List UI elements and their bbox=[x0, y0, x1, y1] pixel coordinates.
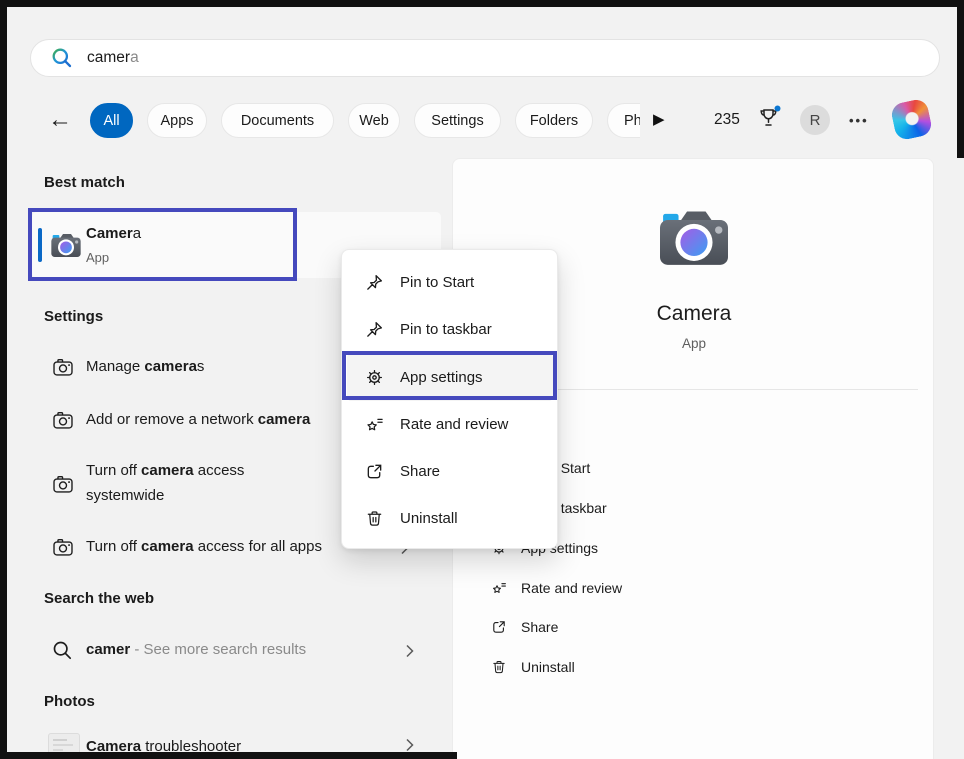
search-box[interactable]: camera bbox=[30, 39, 940, 77]
frame-border-bottom bbox=[0, 752, 457, 759]
rewards-points[interactable]: 235 bbox=[714, 111, 740, 129]
settings-row-label: Add or remove a network camera bbox=[86, 411, 310, 428]
share-icon bbox=[491, 619, 507, 635]
camera-outline-icon bbox=[52, 474, 74, 501]
filter-tab-apps[interactable]: Apps bbox=[147, 103, 207, 138]
menu-item-share[interactable]: Share bbox=[347, 448, 553, 495]
search-icon bbox=[51, 47, 73, 69]
camera-outline-icon bbox=[52, 357, 74, 384]
filters-overflow-icon[interactable]: ▶ bbox=[653, 110, 665, 128]
filter-tab-web[interactable]: Web bbox=[348, 103, 400, 138]
chevron-right-icon bbox=[403, 644, 417, 658]
settings-row-label: Turn off camera access for all apps bbox=[86, 538, 322, 555]
frame-border-right bbox=[957, 0, 964, 158]
settings-row-label: Manage cameras bbox=[86, 358, 204, 375]
windows-search-window: camera ← All Apps Documents Web Settings… bbox=[0, 0, 964, 759]
filter-tab-documents[interactable]: Documents bbox=[221, 103, 334, 138]
web-search-row[interactable]: camer - See more search results bbox=[0, 630, 452, 672]
menu-item-pin-taskbar[interactable]: Pin to taskbar bbox=[347, 306, 553, 353]
menu-item-rate-review[interactable]: Rate and review bbox=[347, 401, 553, 448]
more-options-icon[interactable]: ••• bbox=[849, 113, 869, 128]
section-heading-photos: Photos bbox=[44, 693, 95, 710]
camera-outline-icon bbox=[52, 537, 74, 564]
settings-row-label-line1: Turn off camera access bbox=[86, 462, 244, 479]
section-heading-search-web: Search the web bbox=[44, 590, 154, 607]
back-arrow-icon[interactable]: ← bbox=[48, 106, 72, 134]
rewards-trophy-icon[interactable] bbox=[756, 104, 782, 130]
rate-review-icon bbox=[365, 415, 384, 434]
search-input-value[interactable]: camera bbox=[87, 49, 139, 67]
avatar[interactable]: R bbox=[800, 105, 830, 135]
copilot-icon[interactable] bbox=[893, 101, 930, 138]
pin-icon bbox=[365, 273, 384, 292]
trash-icon bbox=[365, 509, 384, 528]
pin-icon bbox=[365, 320, 384, 339]
trash-icon bbox=[491, 659, 507, 675]
share-icon bbox=[365, 462, 384, 481]
section-heading-settings: Settings bbox=[44, 308, 103, 325]
panel-action-uninstall[interactable]: Uninstall bbox=[453, 647, 935, 686]
camera-app-icon-large bbox=[656, 203, 732, 271]
filter-tab-photos-truncated[interactable]: Ph bbox=[607, 103, 640, 138]
web-search-label: camer - See more search results bbox=[86, 641, 306, 658]
filter-tab-all[interactable]: All bbox=[90, 103, 133, 138]
frame-border-top bbox=[0, 0, 964, 7]
search-outline-icon bbox=[52, 640, 73, 666]
annotation-box-best-match bbox=[28, 208, 297, 281]
rate-review-icon bbox=[491, 580, 507, 596]
menu-item-uninstall[interactable]: Uninstall bbox=[347, 495, 553, 542]
menu-item-pin-start[interactable]: Pin to Start bbox=[347, 259, 553, 306]
camera-outline-icon bbox=[52, 410, 74, 437]
filter-tab-settings[interactable]: Settings bbox=[414, 103, 501, 138]
chevron-right-icon bbox=[403, 738, 417, 752]
panel-action-share[interactable]: Share bbox=[453, 607, 935, 646]
panel-action-rate-review[interactable]: Rate and review bbox=[453, 568, 935, 607]
filter-tab-folders[interactable]: Folders bbox=[515, 103, 593, 138]
settings-row-label-line2: systemwide bbox=[86, 487, 164, 504]
section-heading-best-match: Best match bbox=[44, 174, 125, 191]
annotation-box-app-settings bbox=[342, 351, 557, 400]
